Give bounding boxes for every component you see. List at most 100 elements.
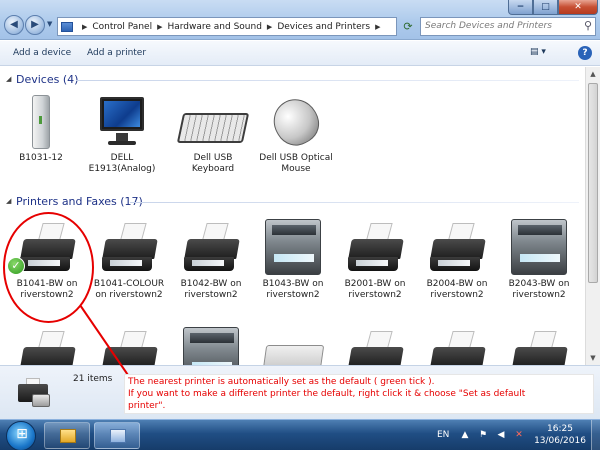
- printer-item[interactable]: [252, 325, 334, 365]
- printer-item[interactable]: B2043-BW on riverstown2: [498, 217, 580, 301]
- collapse-icon[interactable]: ◢: [6, 197, 11, 205]
- group-divider: [76, 80, 579, 81]
- printer-item[interactable]: B1043-BW on riverstown2: [252, 217, 334, 301]
- device-item[interactable]: Dell USB Optical Mouse: [255, 91, 337, 175]
- annotation-line-1: The nearest printer is automatically set…: [128, 377, 435, 387]
- chevron-right-icon[interactable]: ▶: [375, 23, 380, 31]
- recent-pages-dropdown[interactable]: ▼: [47, 20, 52, 28]
- device-item[interactable]: DELL E1913(Analog): [81, 91, 163, 175]
- breadcrumb-hardware-and-sound[interactable]: Hardware and Sound: [167, 22, 261, 32]
- clock-time: 16:25: [547, 424, 573, 434]
- printer-item[interactable]: [6, 325, 88, 365]
- printer-item[interactable]: [416, 325, 498, 365]
- chevron-right-icon[interactable]: ▶: [157, 23, 162, 31]
- printers-group-title: Printers and Faxes (17): [16, 195, 143, 208]
- chevron-right-icon: ▶: [82, 22, 88, 31]
- devices-content-pane: ◢ Devices (4) B1031-12 DELL E1913(Analog…: [0, 67, 585, 365]
- device-item[interactable]: Dell USB Keyboard: [172, 91, 254, 175]
- multifunction-printer-icon: [498, 217, 580, 279]
- scroll-down-icon[interactable]: ▼: [586, 351, 600, 365]
- system-clock[interactable]: 16:25 13/06/2016: [532, 423, 588, 447]
- devices-group-title: Devices (4): [16, 73, 79, 86]
- device-label: Dell USB Keyboard: [191, 153, 235, 174]
- breadcrumb-devices-and-printers[interactable]: Devices and Printers: [277, 22, 370, 32]
- action-center-flag-icon[interactable]: ⚑: [478, 430, 488, 440]
- device-label: DELL E1913(Analog): [88, 153, 156, 174]
- breadcrumb-control-panel[interactable]: Control Panel: [92, 22, 152, 32]
- printer-icon: [416, 325, 498, 365]
- address-bar[interactable]: ▶ Control Panel ▶ Hardware and Sound ▶ D…: [57, 17, 397, 36]
- annotation-line-2: If you want to make a different printer …: [128, 389, 526, 411]
- taskbar: EN ▲ ⚑ ◀ ✕ 16:25 13/06/2016: [0, 419, 600, 450]
- monitor-icon: [81, 91, 163, 153]
- multifunction-printer-icon: [170, 325, 252, 365]
- start-button[interactable]: [6, 421, 37, 450]
- printer-item[interactable]: B1042-BW on riverstown2: [170, 217, 252, 301]
- collapse-icon[interactable]: ◢: [6, 75, 11, 83]
- device-label: Dell USB Optical Mouse: [259, 153, 333, 174]
- fax-icon: [252, 325, 334, 365]
- printer-item[interactable]: [88, 325, 170, 365]
- printer-icon: [334, 217, 416, 279]
- printer-label: B2004-BW on riverstown2: [426, 279, 488, 300]
- search-placeholder: Search Devices and Printers: [425, 21, 552, 31]
- printer-label: B2043-BW on riverstown2: [508, 279, 570, 300]
- taskbar-explorer-button[interactable]: [44, 422, 90, 449]
- device-label: B1031-12: [19, 153, 63, 163]
- clock-date: 13/06/2016: [534, 436, 586, 446]
- printer-item[interactable]: [170, 325, 252, 365]
- printer-label: B1041-COLOUR on riverstown2: [93, 279, 165, 300]
- printer-label: B1043-BW on riverstown2: [262, 279, 324, 300]
- highlight-circle: [3, 212, 94, 323]
- forward-button[interactable]: ▶: [25, 15, 45, 35]
- device-item[interactable]: B1031-12: [0, 91, 82, 164]
- printer-item[interactable]: [498, 325, 580, 365]
- add-device-button[interactable]: Add a device: [13, 48, 71, 58]
- external-drive-icon: [0, 91, 82, 153]
- scroll-up-icon[interactable]: ▲: [586, 67, 600, 81]
- refresh-icon[interactable]: ⟳: [400, 17, 416, 36]
- printer-icon: [88, 217, 170, 279]
- help-button[interactable]: ?: [578, 46, 592, 60]
- show-desktop-button[interactable]: [591, 420, 600, 450]
- control-panel-icon: [61, 21, 73, 32]
- devices-group-header[interactable]: ◢ Devices (4): [0, 73, 585, 87]
- network-error-icon[interactable]: ✕: [514, 430, 524, 440]
- vertical-scrollbar[interactable]: ▲ ▼: [585, 67, 600, 365]
- title-bar: ◀ ▶ ▼ ▶ Control Panel ▶ Hardware and Sou…: [0, 0, 600, 40]
- printer-icon: [6, 325, 88, 365]
- folder-icon: [60, 429, 76, 443]
- printer-item[interactable]: B2001-BW on riverstown2: [334, 217, 416, 301]
- printer-label: B1042-BW on riverstown2: [180, 279, 242, 300]
- change-view-icon[interactable]: ▤ ▾: [530, 47, 546, 57]
- printer-label: B2001-BW on riverstown2: [344, 279, 406, 300]
- minimize-button[interactable]: −: [508, 0, 533, 15]
- printer-icon: [334, 325, 416, 365]
- volume-icon[interactable]: ◀: [496, 430, 506, 440]
- printer-item[interactable]: [334, 325, 416, 365]
- annotation-callout: The nearest printer is automatically set…: [124, 374, 594, 414]
- maximize-button[interactable]: □: [533, 0, 558, 15]
- scrollbar-thumb[interactable]: [588, 83, 598, 283]
- printers-group-header[interactable]: ◢ Printers and Faxes (17): [0, 195, 585, 209]
- search-input[interactable]: Search Devices and Printers ⚲: [420, 17, 596, 36]
- printer-camera-icon: [18, 378, 52, 408]
- back-button[interactable]: ◀: [4, 15, 24, 35]
- item-count: 21 items: [73, 374, 113, 384]
- command-bar: Add a device Add a printer ▤ ▾ ?: [0, 41, 600, 66]
- printer-icon: [170, 217, 252, 279]
- printer-icon: [88, 325, 170, 365]
- mouse-icon: [255, 91, 337, 153]
- taskbar-control-panel-button[interactable]: [94, 422, 140, 449]
- show-hidden-icons-icon[interactable]: ▲: [460, 430, 470, 440]
- language-indicator[interactable]: EN: [437, 430, 449, 440]
- search-icon[interactable]: ⚲: [584, 19, 592, 32]
- printer-item[interactable]: B1041-COLOUR on riverstown2: [88, 217, 170, 301]
- control-panel-icon: [110, 429, 126, 443]
- chevron-right-icon[interactable]: ▶: [267, 23, 272, 31]
- multifunction-printer-icon: [252, 217, 334, 279]
- printer-icon: [498, 325, 580, 365]
- close-button[interactable]: ✕: [558, 0, 598, 15]
- printer-item[interactable]: B2004-BW on riverstown2: [416, 217, 498, 301]
- add-printer-button[interactable]: Add a printer: [87, 48, 146, 58]
